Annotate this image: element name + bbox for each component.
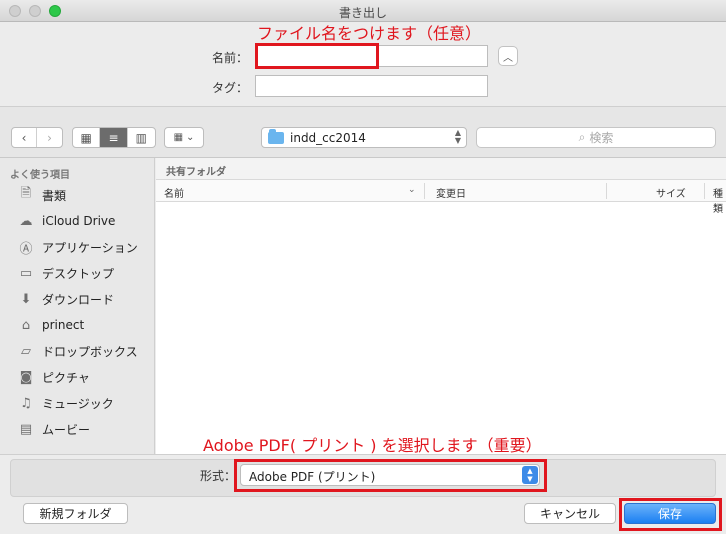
camera-icon: ◙ — [19, 369, 33, 385]
search-placeholder: 検索 — [589, 131, 614, 145]
grid-icon: ▦ — [173, 132, 184, 143]
group-button[interactable]: ▦ ⌄ — [164, 127, 204, 148]
sidebar-item-documents[interactable]: 🗎 書類 — [16, 184, 154, 206]
sidebar-item-label: ムービー — [42, 422, 91, 437]
browser-toolbar: ‹ › ▦ ≡ ▥ ▦ ⌄ indd_cc2014 ▲ ▼ ⌕ 検索 — [0, 106, 726, 158]
search-field[interactable]: ⌕ 検索 — [476, 127, 716, 148]
document-icon: 🗎 — [20, 186, 32, 201]
title-bar: 書き出し — [0, 0, 726, 22]
chevron-up-icon: ︿ — [503, 52, 513, 64]
chevron-down-icon[interactable]: ⌄ — [408, 185, 416, 195]
cloud-icon: ☁ — [19, 213, 33, 229]
music-icon: ♫ — [20, 395, 32, 411]
column-size[interactable]: サイズ — [656, 185, 686, 200]
sidebar-item-applications[interactable]: Ⓐ アプリケーション — [16, 236, 154, 258]
column-divider[interactable] — [606, 183, 607, 199]
chevron-right-icon: › — [47, 130, 52, 145]
sidebar-item-prinect[interactable]: ⌂ prinect — [16, 314, 154, 336]
sidebar-item-movies[interactable]: ▤ ムービー — [16, 418, 154, 440]
folder-icon: ▱ — [21, 343, 31, 359]
desktop-icon: ▭ — [19, 265, 33, 281]
window-title: 書き出し — [338, 6, 387, 20]
name-highlight-box — [255, 43, 379, 69]
icon-view-button[interactable]: ▦ — [73, 128, 101, 147]
tag-label: タグ： — [211, 81, 248, 95]
name-annotation: ファイル名をつけます（任意） — [257, 24, 482, 43]
film-icon: ▤ — [19, 421, 33, 437]
search-icon: ⌕ — [578, 130, 586, 144]
updown-arrows-icon: ▲ ▼ — [454, 128, 461, 145]
list-icon: ≡ — [108, 130, 119, 145]
applications-icon: Ⓐ — [19, 241, 33, 257]
sidebar-item-label: ダウンロード — [42, 292, 115, 307]
forward-button[interactable]: › — [37, 128, 62, 147]
view-mode-buttons: ▦ ≡ ▥ — [72, 127, 156, 148]
home-icon: ⌂ — [21, 317, 31, 333]
sidebar-item-downloads[interactable]: ⬇ ダウンロード — [16, 288, 154, 310]
location-popup[interactable]: indd_cc2014 ▲ ▼ — [261, 127, 467, 148]
back-button[interactable]: ‹ — [12, 128, 38, 147]
list-view-button[interactable]: ≡ — [100, 128, 128, 147]
sidebar-item-label: デスクトップ — [42, 266, 115, 281]
sidebar-item-dropbox[interactable]: ▱ ドロップボックス — [16, 340, 154, 362]
chevron-left-icon: ‹ — [21, 130, 27, 145]
column-divider[interactable] — [704, 183, 705, 199]
sidebar-item-label: アプリケーション — [42, 240, 138, 255]
format-highlight-box — [234, 459, 547, 492]
location-label: indd_cc2014 — [290, 130, 366, 145]
new-folder-button[interactable]: 新規フォルダ — [23, 503, 128, 524]
grid-icon: ▦ — [80, 130, 92, 145]
sidebar-item-desktop[interactable]: ▭ デスクトップ — [16, 262, 154, 284]
download-icon: ⬇ — [20, 291, 32, 307]
sidebar-heading: よく使う項目 — [10, 170, 70, 181]
sidebar-item-label: ピクチャ — [42, 370, 90, 385]
column-divider[interactable] — [424, 183, 425, 199]
column-header: 名前 ⌄ 変更日 サイズ 種類 — [156, 180, 726, 215]
columns-icon: ▥ — [135, 130, 148, 145]
column-kind[interactable]: 種類 — [713, 185, 726, 215]
sidebar-item-label: ミュージック — [42, 396, 114, 411]
chevron-down-icon: ⌄ — [186, 132, 195, 143]
sidebar-item-label: ドロップボックス — [42, 344, 138, 359]
sidebar-item-icloud[interactable]: ☁ iCloud Drive — [16, 210, 154, 232]
format-label: 形式： — [200, 469, 237, 483]
format-annotation: Adobe PDF( プリント ) を選択します（重要） — [203, 436, 542, 455]
sidebar-item-label: iCloud Drive — [42, 214, 116, 228]
sidebar-item-label: 書類 — [42, 188, 67, 203]
sidebar-item-music[interactable]: ♫ ミュージック — [16, 392, 154, 414]
sidebar-item-pictures[interactable]: ◙ ピクチャ — [16, 366, 154, 388]
navigation-buttons: ‹ › — [11, 127, 63, 148]
tag-input[interactable] — [255, 75, 488, 97]
current-folder-label: 共有フォルダ — [156, 158, 726, 180]
file-list[interactable]: 共有フォルダ 名前 ⌄ 変更日 サイズ 種類 — [156, 158, 726, 454]
name-label: 名前： — [211, 51, 248, 65]
column-name[interactable]: 名前 — [164, 185, 184, 200]
sidebar-item-label: prinect — [42, 318, 85, 332]
save-highlight-box — [619, 498, 722, 531]
column-view-button[interactable]: ▥ — [128, 128, 155, 147]
cancel-button[interactable]: キャンセル — [524, 503, 616, 524]
expand-button[interactable]: ︿ — [498, 46, 518, 66]
folder-icon — [268, 128, 284, 144]
sidebar: よく使う項目 🗎 書類 ☁ iCloud Drive Ⓐ アプリケーション ▭ デスクト… — [0, 158, 155, 454]
column-date[interactable]: 変更日 — [436, 185, 466, 200]
